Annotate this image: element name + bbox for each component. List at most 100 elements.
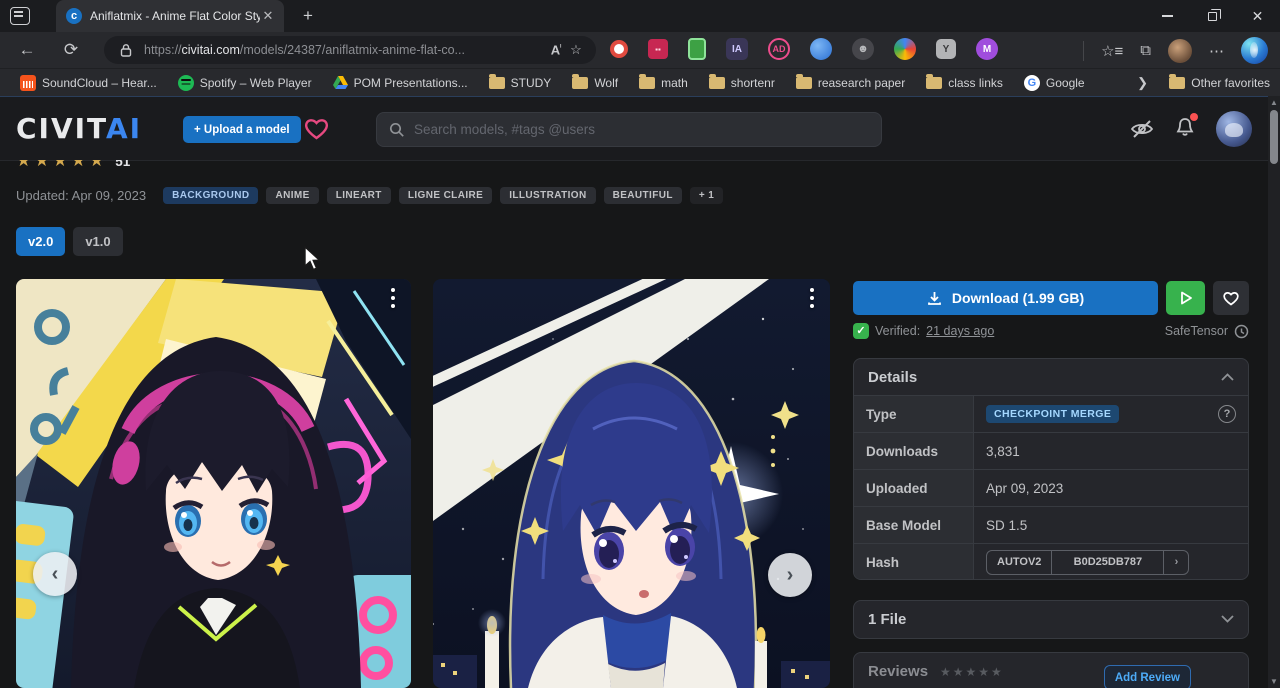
tag-pill[interactable]: LIGNE CLAIRE [399, 187, 492, 204]
version-button-v1[interactable]: v1.0 [73, 227, 122, 256]
extension-icon[interactable]: IA [726, 38, 748, 60]
verified-label: Verified: [875, 324, 920, 338]
user-avatar[interactable] [1216, 111, 1252, 147]
extension-icon[interactable]: Y [936, 39, 956, 59]
bookmark-folder[interactable]: reasearch paper [790, 74, 911, 92]
run-model-button[interactable] [1166, 281, 1205, 315]
files-header[interactable]: 1 File [854, 601, 1248, 637]
page-content: CIVITAI + Upload a model ★★★★★51 Updated… [0, 96, 1280, 688]
bookmark-item[interactable]: GGoogle [1018, 73, 1091, 93]
other-favorites[interactable]: Other favorites [1169, 76, 1270, 90]
scroll-down-arrow-icon[interactable]: ▼ [1268, 677, 1280, 686]
tag-pill[interactable]: BACKGROUND [163, 187, 258, 204]
lock-icon [116, 43, 136, 57]
folder-icon [926, 77, 942, 89]
drive-icon [333, 76, 348, 90]
favorites-menu-icon[interactable]: ☆≡ [1101, 42, 1123, 60]
help-icon[interactable]: ? [1218, 405, 1236, 423]
bookmark-item[interactable]: SoundCloud – Hear... [14, 73, 163, 93]
new-tab-button[interactable]: + [298, 6, 318, 26]
bookmark-folder[interactable]: STUDY [483, 74, 558, 92]
reviews-stars-icon: ★★★★★ [940, 665, 1004, 679]
hash-expand-button[interactable]: › [1163, 551, 1188, 574]
notifications-button[interactable] [1174, 116, 1196, 143]
model-type-badge[interactable]: CHECKPOINT MERGE [986, 405, 1119, 423]
back-button[interactable]: ← [16, 39, 38, 61]
extension-icon[interactable] [688, 38, 706, 60]
tag-pill[interactable]: ANIME [266, 187, 318, 204]
read-aloud-icon[interactable]: Aᵎ [546, 42, 566, 57]
extension-icon[interactable]: ▪▪ [648, 39, 668, 59]
copilot-icon[interactable] [1241, 37, 1268, 64]
search-icon [389, 122, 405, 138]
settings-menu-icon[interactable]: ⋯ [1209, 42, 1224, 60]
reviews-title: Reviews [868, 663, 928, 680]
scroll-up-arrow-icon[interactable]: ▲ [1268, 98, 1280, 107]
extension-icon[interactable]: AD [768, 38, 790, 60]
bookmark-folder[interactable]: math [633, 74, 694, 92]
download-button[interactable]: Download (1.99 GB) [853, 281, 1158, 315]
bookmark-folder[interactable]: Wolf [566, 74, 624, 92]
add-favorite-star-icon[interactable]: ☆ [566, 42, 586, 58]
upload-model-button[interactable]: + Upload a model [183, 116, 301, 143]
browser-profile-avatar[interactable] [1168, 39, 1192, 63]
folder-icon [709, 77, 725, 89]
anime-night-illustration [433, 279, 830, 688]
tags-more-pill[interactable]: + 1 [690, 187, 723, 204]
details-panel: Details Type CHECKPOINT MERGE? Downloads… [853, 358, 1249, 580]
hash-value[interactable]: B0D25DB787 [1051, 551, 1163, 574]
verified-time-link[interactable]: 21 days ago [926, 324, 994, 338]
details-header[interactable]: Details [854, 359, 1248, 395]
extension-icon[interactable] [810, 38, 832, 60]
search-input[interactable] [414, 122, 869, 137]
favorite-button[interactable] [1213, 281, 1249, 315]
bookmark-item[interactable]: POM Presentations... [327, 74, 474, 92]
tag-pill[interactable]: BEAUTIFUL [604, 187, 682, 204]
hash-group: AUTOV2 B0D25DB787 › [986, 550, 1189, 575]
carousel-prev-button[interactable]: ‹ [33, 552, 77, 596]
window-restore-button[interactable] [1190, 0, 1235, 32]
version-button-v2[interactable]: v2.0 [16, 227, 65, 256]
image-options-menu-icon[interactable] [386, 288, 400, 308]
notification-dot [1190, 113, 1198, 121]
browser-tab[interactable]: c Aniflatmix - Anime Flat Color Sty ✕ [56, 0, 284, 32]
folder-icon [639, 77, 655, 89]
extension-icon[interactable]: M [976, 38, 998, 60]
detail-row-base-model: Base Model SD 1.5 [854, 506, 1248, 543]
bookmark-item[interactable]: Spotify – Web Player [172, 73, 318, 93]
tag-pill[interactable]: LINEART [327, 187, 391, 204]
window-minimize-button[interactable] [1145, 0, 1190, 32]
scrollbar-thumb[interactable] [1270, 110, 1278, 164]
heart-icon [1222, 290, 1240, 306]
image-options-menu-icon[interactable] [805, 288, 819, 308]
refresh-button[interactable]: ⟳ [60, 39, 82, 61]
carousel-next-button[interactable]: › [768, 553, 812, 597]
tab-title: Aniflatmix - Anime Flat Color Sty [90, 9, 260, 23]
search-bar[interactable] [376, 112, 882, 147]
bookmark-folder[interactable]: class links [920, 74, 1009, 92]
model-preview-image-2[interactable] [433, 279, 830, 688]
liked-models-heart-icon[interactable] [303, 116, 330, 141]
page-scrollbar[interactable]: ▲ ▼ [1268, 96, 1280, 688]
extension-icon[interactable] [610, 40, 628, 58]
anime-city-illustration [16, 279, 411, 688]
detail-row-hash: Hash AUTOV2 B0D25DB787 › [854, 543, 1248, 580]
tab-workspaces-icon[interactable] [10, 7, 30, 25]
browsing-level-eye-off-icon[interactable] [1130, 118, 1154, 140]
model-preview-image-1[interactable] [16, 279, 411, 688]
scan-clock-icon[interactable] [1234, 324, 1249, 339]
window-close-button[interactable]: ✕ [1235, 0, 1280, 32]
collections-icon[interactable]: ⧉ [1140, 42, 1151, 59]
civitai-logo[interactable]: CIVITAI [16, 112, 142, 145]
tab-close-icon[interactable]: ✕ [260, 8, 276, 24]
extension-icon[interactable] [894, 38, 916, 60]
url-text: https://civitai.com/models/24387/aniflat… [144, 43, 546, 57]
add-review-button[interactable]: Add Review [1104, 665, 1191, 688]
bookmarks-overflow-chevron-icon[interactable]: ❯ [1137, 75, 1148, 91]
bookmark-folder[interactable]: shortenr [703, 74, 781, 92]
address-bar[interactable]: https://civitai.com/models/24387/aniflat… [104, 36, 596, 64]
extension-icon[interactable]: ☻ [852, 38, 874, 60]
play-icon [1178, 290, 1194, 306]
verified-badge-icon: ✓ [853, 323, 869, 339]
tag-pill[interactable]: ILLUSTRATION [500, 187, 595, 204]
